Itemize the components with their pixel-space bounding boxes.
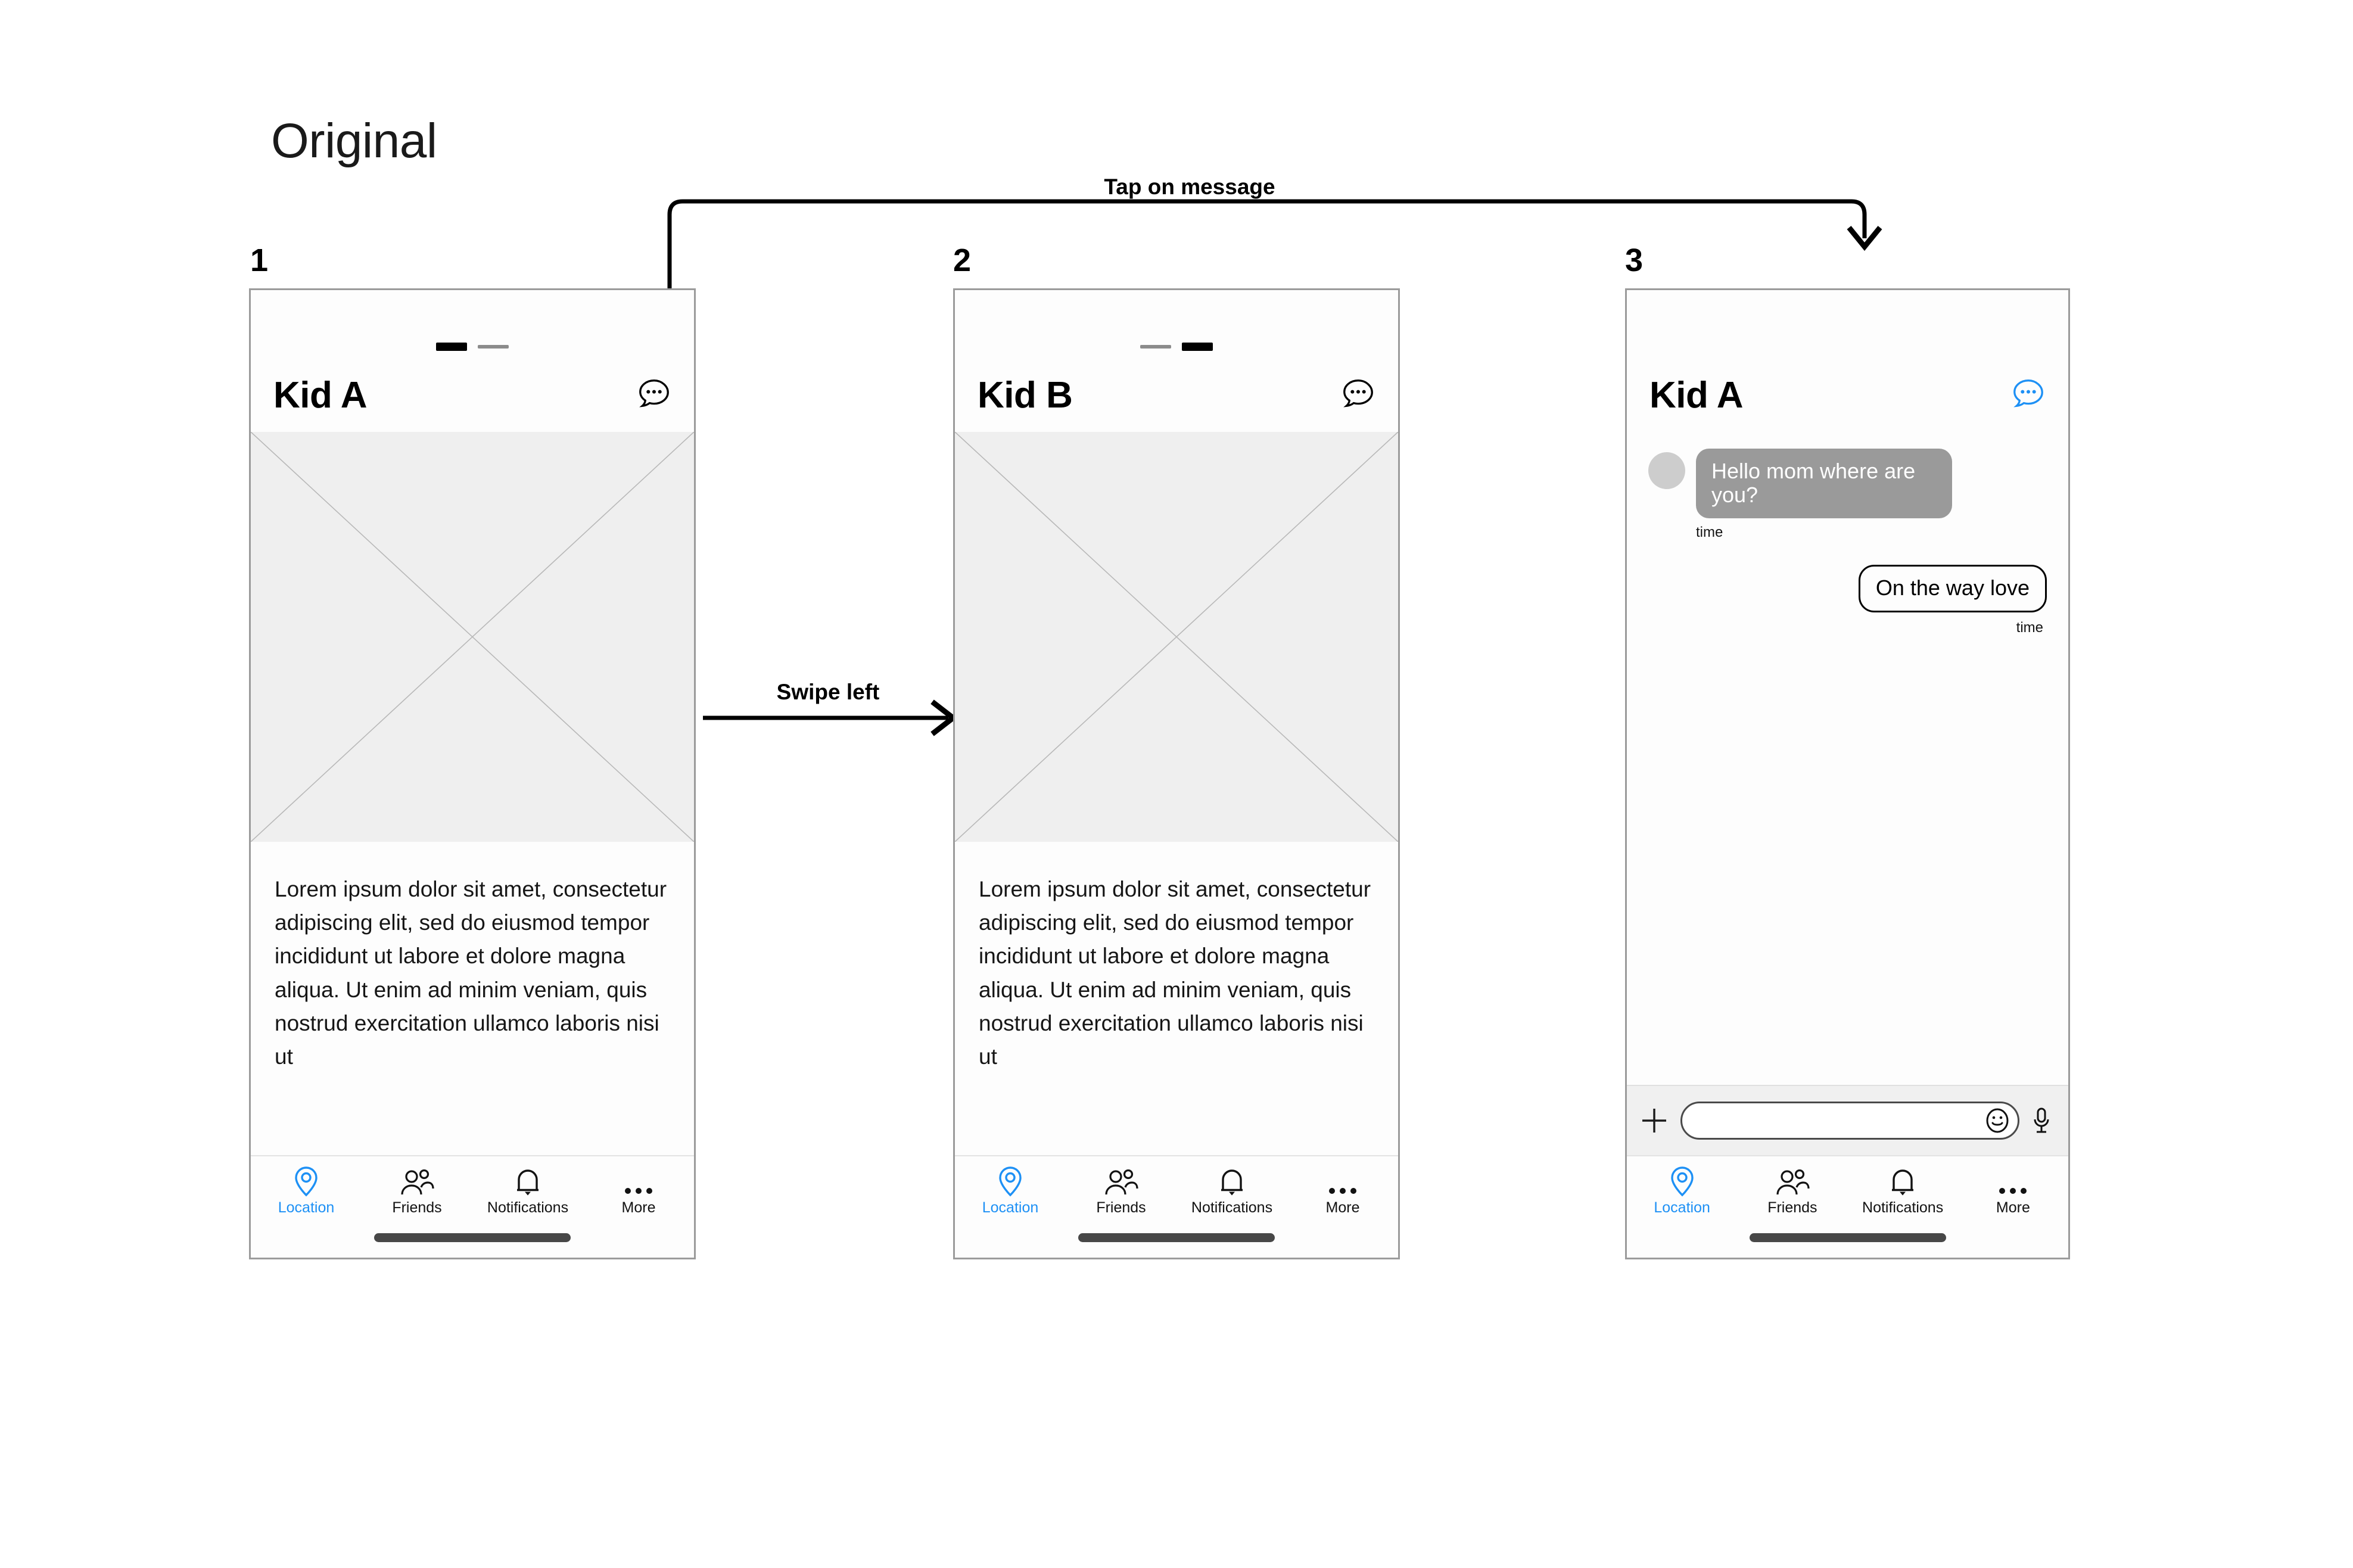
bell-icon [1889, 1167, 1916, 1197]
message-bubble-outgoing[interactable]: On the way love [1858, 565, 2047, 612]
tab-more[interactable]: More [1287, 1167, 1398, 1215]
tab-friends-label: Friends [1096, 1199, 1146, 1216]
friends-people-icon [1775, 1167, 1810, 1197]
tab-more-label: More [621, 1199, 656, 1216]
tab-location-label: Location [982, 1199, 1039, 1216]
tab-friends[interactable]: Friends [1737, 1167, 1847, 1215]
tab-notifications[interactable]: Notifications [1176, 1167, 1287, 1215]
message-bubble-incoming[interactable]: Hello mom where are you? [1696, 449, 1952, 519]
home-indicator [1749, 1233, 1946, 1242]
screen3-header: Kid A [1627, 290, 2068, 432]
screen1-title: Kid A [273, 375, 368, 416]
friends-people-icon [1104, 1167, 1138, 1197]
chat-message-list: Hello mom where are you? time On the way… [1627, 432, 2068, 1085]
screen2-image-placeholder [955, 432, 1398, 842]
tab-friends[interactable]: Friends [1066, 1167, 1176, 1215]
page-dot-active[interactable] [436, 343, 467, 351]
tab-more-label: More [1325, 1199, 1360, 1216]
step-number-2: 2 [953, 242, 972, 278]
step-number-1: 1 [250, 242, 269, 278]
tab-notifications-label: Notifications [1191, 1199, 1273, 1216]
home-indicator [1078, 1233, 1275, 1242]
phone-screen-1: Kid A Lorem ipsum dolor sit amet, consec… [249, 288, 696, 1259]
wireframe-canvas: Original Tap on message Swipe left 1 Kid… [0, 0, 2353, 1568]
chat-bubble-dots-icon[interactable] [636, 375, 673, 412]
tab-location-label: Location [278, 1199, 335, 1216]
screen3-title: Kid A [1649, 375, 1744, 416]
bell-icon [514, 1167, 541, 1197]
screen1-image-placeholder [251, 432, 694, 842]
step-number-3: 3 [1625, 242, 1644, 278]
smiley-face-icon[interactable] [1984, 1107, 2010, 1134]
screen2-title: Kid B [978, 375, 1073, 416]
message-time-outgoing: time [2016, 619, 2043, 636]
tab-location[interactable]: Location [251, 1166, 362, 1216]
location-pin-icon [1669, 1166, 1696, 1197]
phone-screen-3: Kid A Hello mom where are you? time On t… [1625, 288, 2070, 1259]
phone-screen-2: Kid B Lorem ipsum dolor sit amet, consec… [953, 288, 1400, 1259]
page-dot-inactive[interactable] [1140, 345, 1171, 349]
annotation-tap-on-message: Tap on message [1104, 175, 1275, 199]
avatar [1648, 452, 1685, 489]
ellipsis-icon [623, 1167, 654, 1197]
tab-location[interactable]: Location [1627, 1166, 1737, 1216]
page-dot-inactive[interactable] [478, 345, 509, 349]
tab-more[interactable]: More [1958, 1167, 2068, 1215]
ellipsis-icon [1327, 1167, 1358, 1197]
screen2-header: Kid B [955, 290, 1398, 432]
message-input-field[interactable] [1680, 1102, 2019, 1140]
tab-notifications-label: Notifications [487, 1199, 569, 1216]
screen3-tabbar: Location Friends Notifications More [1627, 1155, 2068, 1258]
screen2-tabbar: Location Friends Notifications More [955, 1155, 1398, 1258]
message-time-incoming: time [1696, 524, 1723, 541]
location-pin-icon [997, 1166, 1024, 1197]
tab-location-label: Location [1654, 1199, 1710, 1216]
tab-notifications[interactable]: Notifications [472, 1167, 583, 1215]
location-pin-icon [292, 1166, 320, 1197]
tab-friends-label: Friends [1767, 1199, 1817, 1216]
microphone-icon[interactable] [2031, 1106, 2052, 1135]
screen1-tabbar: Location Friends Notifications More [251, 1155, 694, 1258]
bell-icon [1218, 1167, 1246, 1197]
tab-notifications[interactable]: Notifications [1848, 1167, 1958, 1215]
message-outgoing-row: On the way love [1648, 565, 2047, 612]
chat-bubble-dots-icon[interactable] [1340, 375, 1377, 412]
screen1-body-text: Lorem ipsum dolor sit amet, consectetur … [251, 842, 694, 1155]
tab-friends-label: Friends [392, 1199, 442, 1216]
chat-bubble-dots-icon[interactable] [2010, 375, 2047, 412]
screen1-header: Kid A [251, 290, 694, 432]
message-incoming: Hello mom where are you? [1648, 449, 2047, 519]
annotation-swipe-left: Swipe left [776, 680, 880, 704]
tab-more-label: More [1996, 1199, 2030, 1216]
friends-people-icon [400, 1167, 434, 1197]
message-input-bar [1627, 1085, 2068, 1155]
tab-more[interactable]: More [583, 1167, 694, 1215]
tab-location[interactable]: Location [955, 1166, 1066, 1216]
tab-friends[interactable]: Friends [362, 1167, 472, 1215]
tab-notifications-label: Notifications [1862, 1199, 1944, 1216]
screen2-body-text: Lorem ipsum dolor sit amet, consectetur … [955, 842, 1398, 1155]
ellipsis-icon [1997, 1167, 2028, 1197]
home-indicator [374, 1233, 571, 1242]
screen2-page-dots [1140, 343, 1213, 351]
page-dot-active[interactable] [1182, 343, 1213, 351]
screen1-page-dots [436, 343, 509, 351]
page-title: Original [271, 114, 437, 168]
plus-icon[interactable] [1640, 1106, 1669, 1135]
